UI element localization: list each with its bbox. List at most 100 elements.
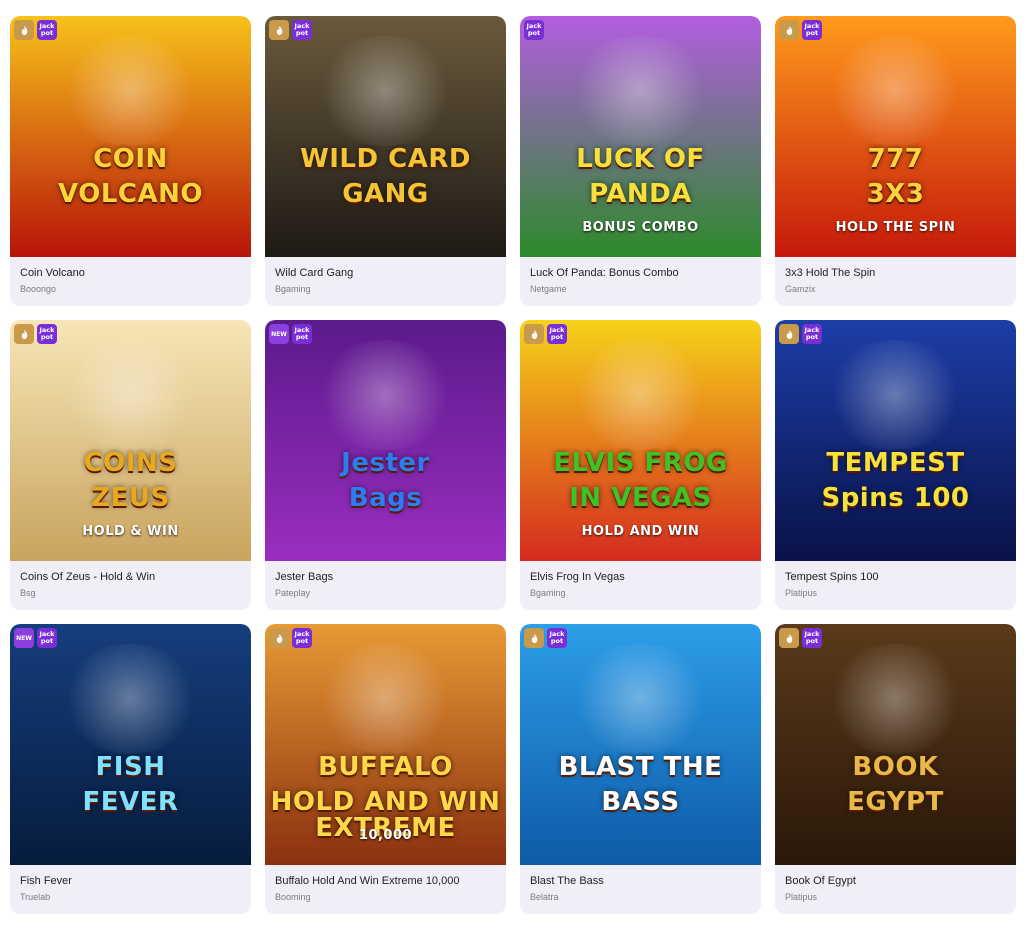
- artwork-title-line1: LUCK OF: [576, 144, 705, 174]
- artwork-glow: [825, 340, 965, 450]
- jackpot-badge: Jack pot: [524, 20, 544, 40]
- game-title[interactable]: 3x3 Hold The Spin: [785, 267, 1006, 279]
- new-badge: NEW: [269, 324, 289, 344]
- game-thumbnail[interactable]: Jack pot BOOK EGYPT: [775, 624, 1016, 865]
- game-info: Fish Fever Truelab: [10, 865, 251, 902]
- game-title[interactable]: Coin Volcano: [20, 267, 241, 279]
- game-title[interactable]: Buffalo Hold And Win Extreme 10,000: [275, 875, 496, 887]
- game-thumbnail[interactable]: NEW Jack pot FISH FEVER: [10, 624, 251, 865]
- game-info: 3x3 Hold The Spin Gamzix: [775, 257, 1016, 294]
- game-card[interactable]: Jack pot ELVIS FROG IN VEGAS HOLD AND WIN El…: [520, 320, 761, 610]
- game-provider: Booming: [275, 892, 311, 902]
- game-info: Elvis Frog In Vegas Bgaming: [520, 561, 761, 598]
- badge-group: Jack pot: [269, 20, 312, 40]
- badge-group: Jack pot: [269, 628, 312, 648]
- game-provider: Platipus: [785, 892, 818, 902]
- game-card[interactable]: Jack pot 777 3X3 HOLD THE SPIN 3x3 Hold The …: [775, 16, 1016, 306]
- game-title[interactable]: Book Of Egypt: [785, 875, 1006, 887]
- game-card[interactable]: Jack pot BOOK EGYPT Book Of Egypt Platipus: [775, 624, 1016, 914]
- game-card[interactable]: Jack pot TEMPEST Spins 100 Tempest Spins 10…: [775, 320, 1016, 610]
- game-thumbnail[interactable]: Jack pot TEMPEST Spins 100: [775, 320, 1016, 561]
- artwork-title-line1: BUFFALO: [318, 752, 453, 782]
- game-info: Coin Volcano Booongo: [10, 257, 251, 294]
- jackpot-badge: Jack pot: [292, 20, 312, 40]
- jackpot-badge: Jack pot: [802, 628, 822, 648]
- artwork-glow: [60, 36, 200, 146]
- game-title[interactable]: Jester Bags: [275, 571, 496, 583]
- game-thumbnail[interactable]: Jack pot COINS ZEUS HOLD & WIN: [10, 320, 251, 561]
- game-card[interactable]: Jack pot WILD CARD GANG Wild Card Gang Bgami…: [265, 16, 506, 306]
- artwork-title-line1: TEMPEST: [826, 448, 965, 478]
- games-grid: Jack pot COIN VOLCANO Coin Volcano Booongo Ja…: [0, 0, 1024, 914]
- artwork-title-line2: VOLCANO: [58, 179, 203, 209]
- artwork-glow: [315, 340, 455, 450]
- artwork-title-line2: 3X3: [866, 179, 925, 209]
- hot-icon: [779, 324, 799, 344]
- game-card[interactable]: Jack pot COINS ZEUS HOLD & WIN Coins Of Zeus…: [10, 320, 251, 610]
- artwork-title-line3: HOLD & WIN: [82, 524, 179, 539]
- game-title[interactable]: Wild Card Gang: [275, 267, 496, 279]
- artwork-glow: [570, 340, 710, 450]
- badge-group: Jack pot: [524, 20, 544, 40]
- game-thumbnail[interactable]: Jack pot COIN VOLCANO: [10, 16, 251, 257]
- game-thumbnail[interactable]: Jack pot 777 3X3 HOLD THE SPIN: [775, 16, 1016, 257]
- game-card[interactable]: Jack pot COIN VOLCANO Coin Volcano Booongo: [10, 16, 251, 306]
- artwork-title-line1: WILD CARD: [300, 144, 471, 174]
- game-provider: Platipus: [785, 588, 818, 598]
- artwork-title-line1: Jester: [341, 448, 430, 478]
- game-card[interactable]: Jack pot BLAST THE BASS Blast The Bass Belat…: [520, 624, 761, 914]
- artwork-title-line1: FISH: [95, 752, 166, 782]
- artwork-title-line2: ZEUS: [91, 483, 170, 513]
- hot-icon: [779, 628, 799, 648]
- game-title[interactable]: Fish Fever: [20, 875, 241, 887]
- jackpot-badge: Jack pot: [547, 628, 567, 648]
- game-title[interactable]: Blast The Bass: [530, 875, 751, 887]
- game-provider: Bsg: [20, 588, 36, 598]
- game-card[interactable]: NEW Jack pot FISH FEVER Fish Fever Truelab: [10, 624, 251, 914]
- hot-icon: [524, 628, 544, 648]
- jackpot-badge: Jack pot: [292, 628, 312, 648]
- game-title[interactable]: Luck Of Panda: Bonus Combo: [530, 267, 751, 279]
- game-card[interactable]: Jack pot LUCK OF PANDA BONUS COMBO Luck Of P…: [520, 16, 761, 306]
- badge-group: Jack pot: [14, 324, 57, 344]
- badge-group: Jack pot: [779, 628, 822, 648]
- game-card[interactable]: Jack pot BUFFALO HOLD AND WIN EXTREME 10,00…: [265, 624, 506, 914]
- game-thumbnail[interactable]: NEW Jack pot Jester Bags: [265, 320, 506, 561]
- artwork-title-line3: HOLD THE SPIN: [835, 220, 956, 235]
- game-thumbnail[interactable]: Jack pot ELVIS FROG IN VEGAS HOLD AND WIN: [520, 320, 761, 561]
- artwork-glow: [315, 36, 455, 146]
- artwork-title-line1: ELVIS FROG: [553, 448, 728, 478]
- game-provider: Pateplay: [275, 588, 311, 598]
- badge-group: Jack pot: [779, 324, 822, 344]
- game-title[interactable]: Tempest Spins 100: [785, 571, 1006, 583]
- artwork-glow: [825, 644, 965, 754]
- artwork-title-line2: PANDA: [589, 179, 692, 209]
- game-provider: Bgaming: [275, 284, 311, 294]
- game-provider: Truelab: [20, 892, 51, 902]
- artwork-title-line2: BASS: [601, 787, 680, 817]
- hot-icon: [524, 324, 544, 344]
- game-info: Book Of Egypt Platipus: [775, 865, 1016, 902]
- game-title[interactable]: Coins Of Zeus - Hold & Win: [20, 571, 241, 583]
- artwork-title-line1: COIN: [93, 144, 168, 174]
- jackpot-badge: Jack pot: [547, 324, 567, 344]
- artwork-title-line1: 777: [867, 144, 924, 174]
- artwork-title-line3: BONUS COMBO: [582, 220, 699, 235]
- game-title[interactable]: Elvis Frog In Vegas: [530, 571, 751, 583]
- game-info: Luck Of Panda: Bonus Combo Netgame: [520, 257, 761, 294]
- game-provider: Netgame: [530, 284, 567, 294]
- game-thumbnail[interactable]: Jack pot LUCK OF PANDA BONUS COMBO: [520, 16, 761, 257]
- game-info: Coins Of Zeus - Hold & Win Bsg: [10, 561, 251, 598]
- game-thumbnail[interactable]: Jack pot BUFFALO HOLD AND WIN EXTREME 10,00…: [265, 624, 506, 865]
- game-provider: Booongo: [20, 284, 57, 294]
- game-thumbnail[interactable]: Jack pot BLAST THE BASS: [520, 624, 761, 865]
- artwork-title-line2: IN VEGAS: [569, 483, 712, 513]
- jackpot-badge: Jack pot: [37, 628, 57, 648]
- badge-group: Jack pot: [14, 20, 57, 40]
- jackpot-badge: Jack pot: [292, 324, 312, 344]
- game-provider: Bgaming: [530, 588, 566, 598]
- game-card[interactable]: NEW Jack pot Jester Bags Jester Bags Pateplay: [265, 320, 506, 610]
- artwork-glow: [315, 644, 455, 754]
- game-thumbnail[interactable]: Jack pot WILD CARD GANG: [265, 16, 506, 257]
- artwork-glow: [60, 340, 200, 450]
